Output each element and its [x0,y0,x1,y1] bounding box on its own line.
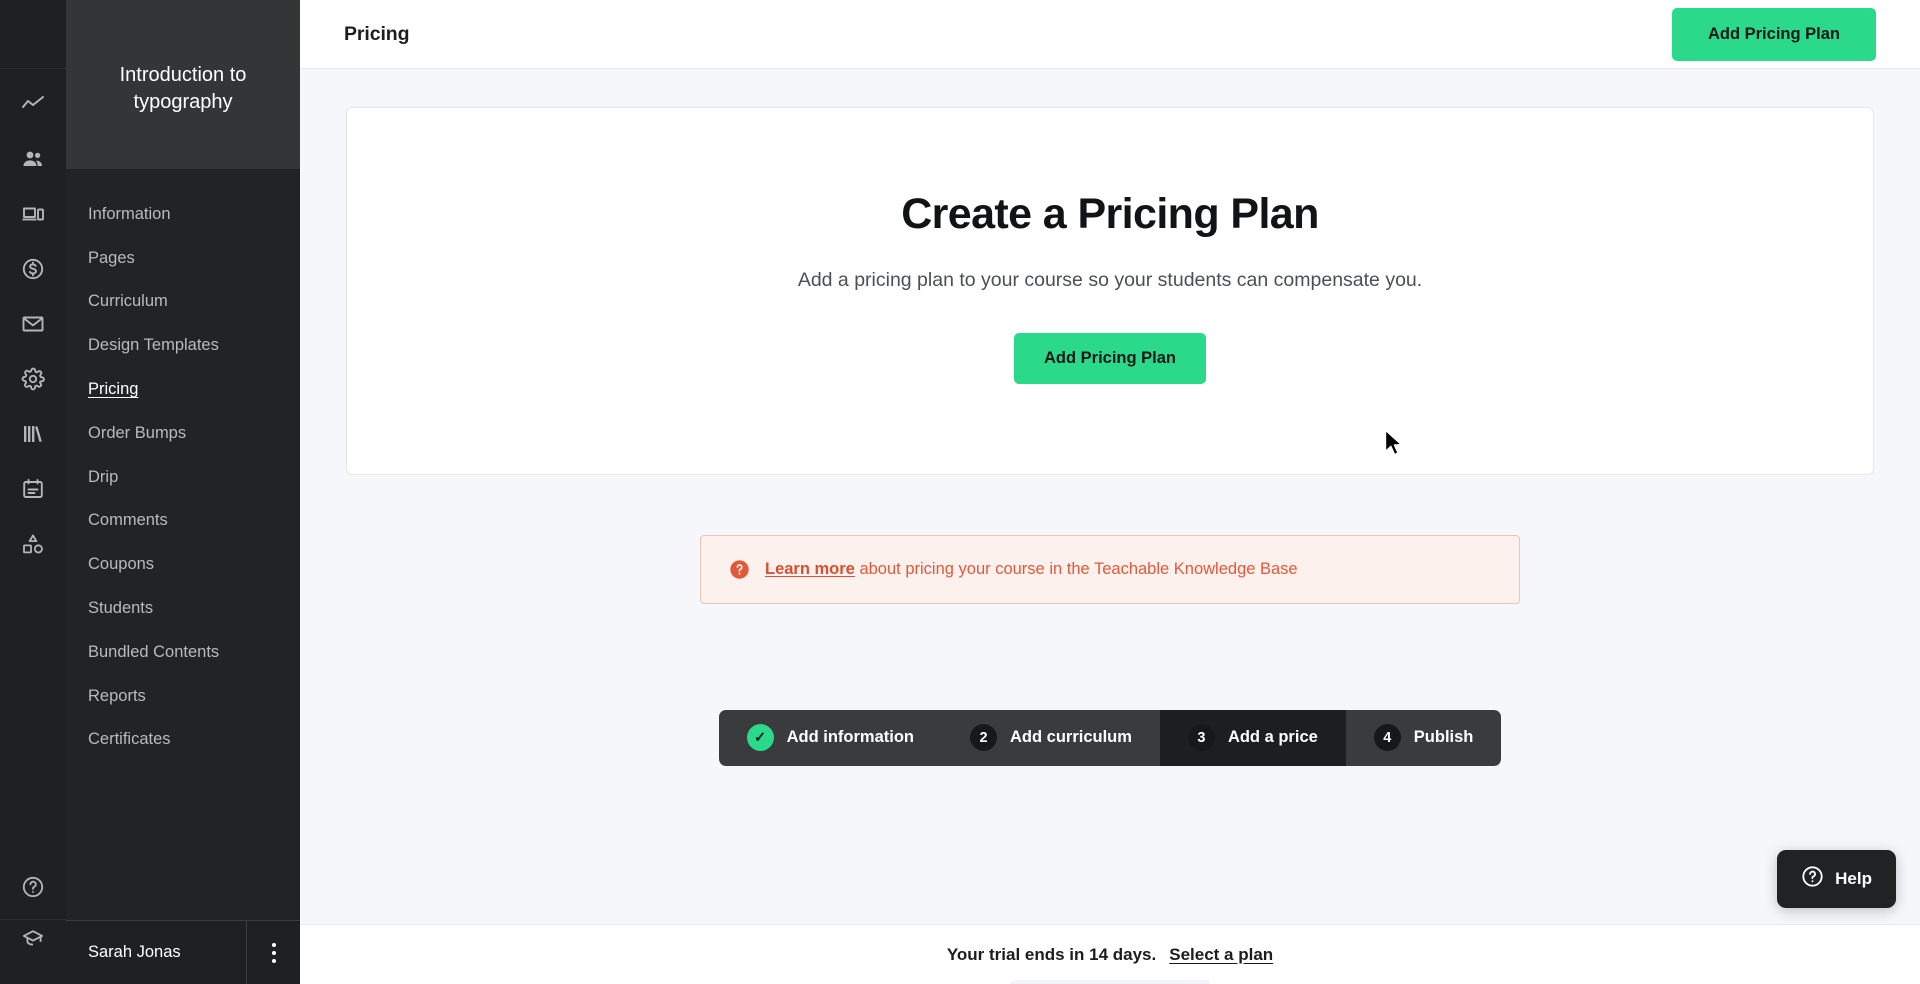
add-pricing-plan-button-main[interactable]: Add Pricing Plan [1013,333,1207,385]
empty-state-card: Create a Pricing Plan Add a pricing plan… [346,107,1874,476]
devices-icon[interactable] [16,197,50,231]
sidebar-item-comments[interactable]: Comments [66,499,300,543]
knowledge-base-notice: Learn more about pricing your course in … [700,535,1520,604]
sidebar-item-design-templates[interactable]: Design Templates [66,324,300,368]
help-widget-button[interactable]: Help [1777,850,1896,908]
step-badge-3: 3 [1187,724,1215,752]
calendar-icon[interactable] [16,472,50,506]
content-scroll-region: Create a Pricing Plan Add a pricing plan… [300,69,1920,924]
step-publish[interactable]: 4 Publish [1346,710,1502,766]
rail-top-spacer [0,0,66,69]
step-add-curriculum[interactable]: 2 Add curriculum [942,710,1160,766]
course-title-block: Introduction to typography [66,0,300,169]
rail-icon-list [16,69,50,561]
question-circle-icon [1801,865,1824,893]
rail-divider [0,919,66,920]
sidebar-item-students[interactable]: Students [66,587,300,631]
sidebar-item-pricing[interactable]: Pricing [66,368,300,412]
empty-state-title: Create a Pricing Plan [901,190,1319,238]
learn-more-link[interactable]: Learn more [765,560,855,578]
shapes-icon[interactable] [16,527,50,561]
graduation-cap-icon[interactable] [16,922,50,956]
primary-icon-rail [0,0,66,984]
sidebar-item-order-bumps[interactable]: Order Bumps [66,412,300,456]
rail-footer-icons [16,870,50,984]
sidebar-item-bundled-contents[interactable]: Bundled Contents [66,631,300,675]
step-badge-check-icon: ✓ [746,724,774,752]
course-sidebar: Introduction to typography Information P… [66,0,300,984]
sidebar-item-information[interactable]: Information [66,193,300,237]
user-name: Sarah Jonas [88,943,181,961]
course-menu: Information Pages Curriculum Design Temp… [66,169,300,920]
step-badge-4: 4 [1373,724,1401,752]
empty-state-cta-wrap: Add Pricing Plan [367,333,1853,385]
step-label-add-curriculum: Add curriculum [1010,728,1132,747]
sidebar-item-drip[interactable]: Drip [66,456,300,500]
books-icon[interactable] [16,417,50,451]
main-area: Pricing Add Pricing Plan Create a Pricin… [300,0,1920,984]
topbar: Pricing Add Pricing Plan [300,0,1920,69]
notice-rest-text: about pricing your course in the Teachab… [854,560,1298,579]
add-pricing-plan-button-header[interactable]: Add Pricing Plan [1671,7,1876,61]
empty-state-subtitle: Add a pricing plan to your course so you… [797,269,1423,292]
step-badge-2: 2 [970,724,997,752]
help-widget-label: Help [1835,869,1872,888]
trial-bar: Your trial ends in 14 days. Select a pla… [300,924,1920,984]
users-icon[interactable] [16,142,50,176]
notice-text: Learn more about pricing your course in … [765,558,1298,580]
question-circle-icon [729,559,750,580]
onboarding-stepper: ✓ Add information 2 Add curriculum 3 Add… [718,709,1502,766]
course-title: Introduction to typography [119,64,247,114]
step-add-a-price[interactable]: 3 Add a price [1159,709,1346,766]
page-title: Pricing [344,22,410,45]
gear-icon[interactable] [16,362,50,396]
trial-bar-partial-element [1010,980,1210,984]
sidebar-item-reports[interactable]: Reports [66,675,300,719]
sidebar-item-coupons[interactable]: Coupons [66,543,300,587]
trial-text: Your trial ends in 14 days. [946,944,1157,964]
step-label-add-a-price: Add a price [1227,728,1318,747]
step-label-publish: Publish [1413,728,1474,747]
user-bar: Sarah Jonas [66,920,300,984]
step-add-information[interactable]: ✓ Add information [719,710,942,766]
mail-icon[interactable] [16,307,50,341]
analytics-icon[interactable] [16,87,50,121]
sidebar-item-certificates[interactable]: Certificates [66,718,300,762]
dollar-circle-icon[interactable] [16,252,50,286]
app-root: Introduction to typography Information P… [0,0,1920,984]
select-a-plan-link[interactable]: Select a plan [1169,945,1273,965]
stepper-row: ✓ Add information 2 Add curriculum 3 Add… [300,709,1920,766]
help-circle-icon[interactable] [16,870,50,904]
sidebar-item-curriculum[interactable]: Curriculum [66,280,300,324]
step-label-add-information: Add information [786,728,914,747]
sidebar-item-pages[interactable]: Pages [66,237,300,281]
kebab-menu-icon[interactable] [246,920,300,984]
